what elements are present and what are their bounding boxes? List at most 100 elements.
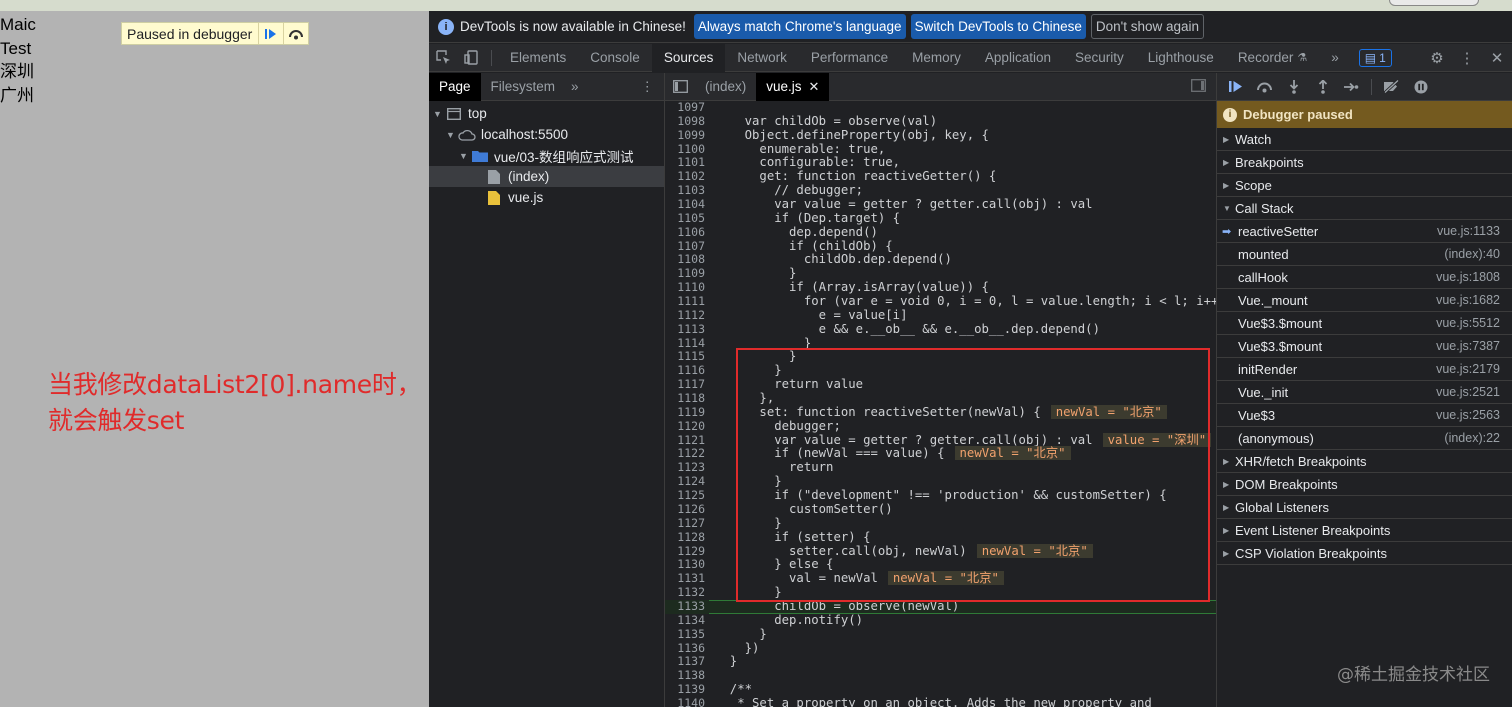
tree-item-index[interactable]: (index)	[429, 166, 664, 187]
step-out-icon[interactable]	[1310, 76, 1335, 98]
code-line[interactable]: 1118 },	[665, 391, 1216, 406]
code-line[interactable]: 1103 // debugger;	[665, 183, 1216, 198]
line-number[interactable]: 1132	[665, 585, 705, 600]
settings-gear-icon[interactable]: ⚙	[1422, 44, 1452, 72]
line-number[interactable]: 1127	[665, 516, 705, 531]
section-breakpoints[interactable]: ▶ Breakpoints	[1217, 151, 1512, 174]
tab-lighthouse[interactable]: Lighthouse	[1136, 44, 1226, 72]
frame-location[interactable]: vue.js:2521	[1436, 385, 1500, 399]
navigator-menu-icon[interactable]: ⋮	[641, 79, 655, 95]
code-line[interactable]: 1121 var value = getter ? getter.call(ob…	[665, 432, 1216, 448]
line-number[interactable]: 1139	[665, 682, 705, 697]
editor-tab-vuejs[interactable]: vue.js ✕	[756, 73, 830, 101]
code-line[interactable]: 1098 var childOb = observe(val)	[665, 114, 1216, 129]
tree-item-folder[interactable]: ▼ vue/03-数组响应式测试	[429, 145, 664, 166]
section-dom-breakpoints[interactable]: ▶ DOM Breakpoints	[1217, 473, 1512, 496]
code-line[interactable]: 1107 if (childOb) {	[665, 239, 1216, 254]
code-line[interactable]: 1111 for (var e = void 0, i = 0, l = val…	[665, 294, 1216, 309]
line-number[interactable]: 1113	[665, 322, 705, 337]
code-line[interactable]: 1114 }	[665, 336, 1216, 351]
code-line[interactable]: 1119 set: function reactiveSetter(newVal…	[665, 404, 1216, 420]
always-match-language-button[interactable]: Always match Chrome's language	[693, 14, 906, 39]
call-stack-frame[interactable]: Vue$3.$mount vue.js:7387	[1217, 335, 1512, 358]
call-stack-frame[interactable]: Vue$3 vue.js:2563	[1217, 404, 1512, 427]
line-number[interactable]: 1136	[665, 641, 705, 656]
line-number[interactable]: 1101	[665, 156, 705, 170]
tab-application[interactable]: Application	[973, 44, 1063, 72]
line-number[interactable]: 1110	[665, 280, 705, 295]
tab-memory[interactable]: Memory	[900, 44, 973, 72]
call-stack-frame[interactable]: Vue._init vue.js:2521	[1217, 381, 1512, 404]
line-number[interactable]: 1122	[665, 447, 705, 461]
line-number[interactable]: 1109	[665, 266, 705, 281]
call-stack-frame[interactable]: ➡ reactiveSetter vue.js:1133	[1217, 220, 1512, 243]
line-number[interactable]: 1100	[665, 142, 705, 157]
code-line[interactable]: 1101 configurable: true,	[665, 156, 1216, 170]
line-number[interactable]: 1125	[665, 488, 705, 503]
line-number[interactable]: 1108	[665, 253, 705, 267]
deactivate-breakpoints-icon[interactable]	[1379, 76, 1404, 98]
code-line[interactable]: 1102 get: function reactiveGetter() {	[665, 169, 1216, 184]
editor-tab-index[interactable]: (index)	[695, 73, 756, 101]
pause-on-exceptions-icon[interactable]	[1408, 76, 1433, 98]
dont-show-again-button[interactable]: Don't show again	[1090, 14, 1205, 39]
code-line[interactable]: 1125 if ("development" !== 'production' …	[665, 488, 1216, 503]
code-line[interactable]: 1136 })	[665, 641, 1216, 656]
frame-location[interactable]: vue.js:7387	[1436, 339, 1500, 353]
tab-console[interactable]: Console	[578, 44, 652, 72]
step-icon[interactable]	[1339, 76, 1364, 98]
inspect-element-icon[interactable]	[429, 44, 457, 72]
line-number[interactable]: 1099	[665, 128, 705, 143]
close-devtools-icon[interactable]: ✕	[1482, 44, 1512, 72]
device-toolbar-icon[interactable]	[457, 44, 485, 72]
line-number[interactable]: 1118	[665, 391, 705, 406]
tab-sources[interactable]: Sources	[651, 43, 726, 72]
resume-icon[interactable]	[1223, 76, 1248, 98]
section-call-stack[interactable]: ▼ Call Stack	[1217, 197, 1512, 220]
line-number[interactable]: 1138	[665, 668, 705, 683]
line-number[interactable]: 1126	[665, 502, 705, 517]
frame-location[interactable]: vue.js:2179	[1436, 362, 1500, 376]
code-line[interactable]: 1117 return value	[665, 377, 1216, 392]
nav-tab-filesystem[interactable]: Filesystem	[481, 73, 566, 101]
step-over-icon[interactable]	[1252, 76, 1277, 98]
line-number[interactable]: 1131	[665, 571, 705, 586]
section-scope[interactable]: ▶ Scope	[1217, 174, 1512, 197]
more-tabs-icon[interactable]: »	[1319, 44, 1351, 72]
code-line[interactable]: 1116 }	[665, 363, 1216, 378]
line-number[interactable]: 1104	[665, 197, 705, 212]
code-line[interactable]: 1106 dep.depend()	[665, 225, 1216, 240]
tree-item-host[interactable]: ▼ localhost:5500	[429, 124, 664, 145]
code-line[interactable]: 1108 childOb.dep.depend()	[665, 253, 1216, 267]
code-line[interactable]: 1122 if (newVal === value) {newVal = "北京…	[665, 446, 1216, 461]
more-nav-tabs-icon[interactable]: »	[565, 79, 585, 94]
code-line[interactable]: 1105 if (Dep.target) {	[665, 211, 1216, 226]
section-xhr-breakpoints[interactable]: ▶ XHR/fetch Breakpoints	[1217, 450, 1512, 473]
current-execution-line[interactable]: 1133 childOb = observe(newVal)	[665, 599, 1216, 614]
line-number[interactable]: 1107	[665, 239, 705, 254]
line-number[interactable]: 1128	[665, 530, 705, 545]
frame-location[interactable]: vue.js:2563	[1436, 408, 1500, 422]
code-line[interactable]: 1124 }	[665, 474, 1216, 489]
line-number[interactable]: 1135	[665, 627, 705, 642]
code-line[interactable]: 1128 if (setter) {	[665, 530, 1216, 545]
frame-location[interactable]: vue.js:1808	[1436, 270, 1500, 284]
call-stack-frame[interactable]: callHook vue.js:1808	[1217, 266, 1512, 289]
nav-tab-page[interactable]: Page	[429, 72, 481, 101]
line-number[interactable]: 1105	[665, 211, 705, 226]
step-into-icon[interactable]	[1281, 76, 1306, 98]
line-number[interactable]: 1115	[665, 350, 705, 364]
tree-item-top[interactable]: ▼ top	[429, 103, 664, 124]
tab-security[interactable]: Security	[1063, 44, 1136, 72]
code-line[interactable]: 1109 }	[665, 266, 1216, 281]
line-number[interactable]: 1103	[665, 183, 705, 198]
code-line[interactable]: 1104 var value = getter ? getter.call(ob…	[665, 197, 1216, 212]
line-number[interactable]: 1111	[665, 294, 705, 309]
line-number[interactable]: 1120	[665, 419, 705, 434]
line-number[interactable]: 1116	[665, 363, 705, 378]
line-number[interactable]: 1140	[665, 696, 705, 707]
code-lines[interactable]: 1097 1098 var childOb = observe(val) 1099 …	[665, 101, 1216, 707]
section-watch[interactable]: ▶ Watch	[1217, 128, 1512, 151]
line-number[interactable]: 1102	[665, 169, 705, 184]
code-line[interactable]: 1134 dep.notify()	[665, 613, 1216, 628]
